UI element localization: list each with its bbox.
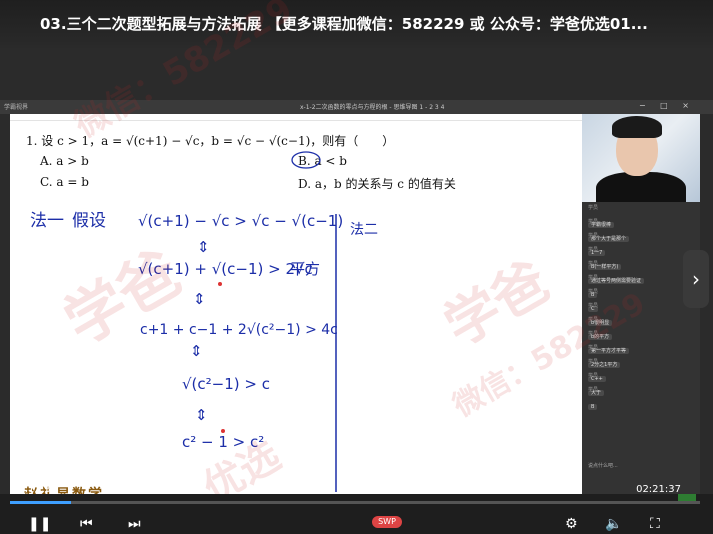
video-title-bar: 03.三个二次题型拓展与方法拓展 【更多课程加微信：582229 或 公众号：学…	[0, 0, 713, 48]
next-page-arrow[interactable]: ›	[683, 250, 709, 308]
handwriting-layer: 法一 假设 √(c+1) − √c > √c − √(c−1) ⇕ √(c+1)…	[30, 151, 378, 492]
teacher-webcam	[582, 114, 700, 202]
teacher-body	[596, 172, 686, 202]
previous-icon[interactable]: ⏮	[80, 516, 93, 532]
fullscreen-icon[interactable]: ⛶	[650, 516, 660, 532]
chat-user-name: 学员	[588, 275, 599, 281]
chat-user-name: 学员	[588, 219, 599, 225]
chat-user-name: 学员	[588, 359, 599, 365]
chat-message: 学员 b的平方	[588, 317, 696, 340]
progress-bar[interactable]	[10, 501, 700, 504]
chat-message: 学员 第一平方才平等	[588, 331, 696, 354]
chat-input-placeholder[interactable]: 说点什么吧...	[588, 462, 618, 469]
chat-user-name: 学员	[588, 317, 599, 323]
equiv-arrow-1: ⇕	[197, 238, 210, 256]
chat-user-name: 学员	[588, 247, 599, 253]
video-title: 03.三个二次题型拓展与方法拓展 【更多课程加微信：582229 或 公众号：学…	[40, 15, 648, 33]
recorded-app-titlebar: 学霸视界 x-1-2二次函数的零点与方程的根 - 思维导图 1 - 2 3 4 …	[0, 100, 713, 114]
side-panel: 学员 学霸很棒 学员 那个大于是那个 学员 1一7 学员 B(一样平方) 学员 通过等号两侧需要验…	[582, 114, 700, 494]
equiv-arrow-3: ⇕	[190, 342, 203, 360]
equiv-arrow-4: ⇕	[195, 406, 208, 424]
step2: √(c+1) + √(c−1) > 2√c	[138, 260, 313, 278]
assume-label: 假设	[72, 211, 106, 231]
next-icon[interactable]: ⏭	[128, 516, 141, 532]
chat-user-name: 学员	[588, 387, 599, 393]
chat-user-name: 学员	[588, 289, 599, 295]
recorded-app-tag: 学霸视界	[4, 104, 29, 111]
chat-message: 学员 b很明显	[588, 303, 696, 326]
recorded-window-controls: − □ ×	[638, 101, 695, 110]
chat-message: 学员 B(一样平方)	[588, 247, 696, 270]
square-note: 平方	[290, 260, 320, 278]
progress-fill	[10, 501, 72, 504]
current-time: 00:12:32	[12, 484, 57, 495]
step3: c+1 + c−1 + 2√(c²−1) > 4c	[140, 322, 338, 338]
method2-label: 法二	[350, 222, 378, 238]
chat-message: 学员 C	[588, 289, 696, 312]
whiteboard: 1. 设 c > 1，a = √(c+1) − √c，b = √c − √(c−…	[10, 114, 582, 494]
chat-user-name: 学员	[588, 331, 599, 337]
chat-message: 学员 通过等号两侧需要验证	[588, 261, 696, 284]
chat-user-name: 学员	[588, 233, 599, 239]
step4: √(c²−1) > c	[182, 375, 270, 393]
player-controls: 00:12:32 02:21:37 ❚❚ ⏮ ⏭ SWP ⚙ 🔈 ⛶	[0, 484, 713, 534]
chat-user-name: 学员	[588, 261, 599, 267]
step1: √(c+1) − √c > √c − √(c−1)	[138, 212, 343, 230]
chat-message: 学员 1一7	[588, 233, 696, 256]
equiv-arrow-2: ⇕	[193, 290, 206, 308]
chat-message: 学员 B	[588, 275, 696, 298]
volume-icon[interactable]: 🔈	[605, 516, 622, 532]
chat-message: 学员 大于	[588, 373, 696, 396]
chat-message: 学员 2分之1平方	[588, 345, 696, 368]
red-mark-dot	[221, 429, 225, 433]
total-time: 02:21:37	[636, 484, 681, 495]
teacher-hair	[612, 116, 662, 138]
status-badge	[678, 494, 696, 501]
recorded-window-title: x-1-2二次函数的零点与方程的根 - 思维导图 1 - 2 3 4	[300, 104, 445, 111]
step5: c² − 1 > c²	[182, 433, 264, 451]
chat-user-name: 学员	[588, 205, 599, 211]
settings-icon[interactable]: ⚙	[565, 516, 578, 532]
chat-user-name: 学员	[588, 373, 599, 379]
chat-message: 学员 那个大于是那个	[588, 219, 696, 242]
chat-user-name: 学员	[588, 345, 599, 351]
answer-circle	[291, 151, 321, 169]
swp-button[interactable]: SWP	[372, 516, 402, 528]
pause-icon[interactable]: ❚❚	[28, 516, 51, 532]
video-top-letterbox	[0, 48, 713, 100]
chat-message: 学员 B	[588, 387, 696, 410]
red-mark-dot	[218, 282, 222, 286]
method1-label: 法一	[30, 211, 64, 231]
chat-message: 学员 C++	[588, 359, 696, 382]
chat-list[interactable]: 学员 学霸很棒 学员 那个大于是那个 学员 1一7 学员 B(一样平方) 学员 通过等号两侧需要验…	[588, 205, 696, 410]
chat-user-name: 学员	[588, 303, 599, 309]
chat-bubble: B	[588, 404, 598, 410]
chat-message: 学员 学霸很棒	[588, 205, 696, 228]
